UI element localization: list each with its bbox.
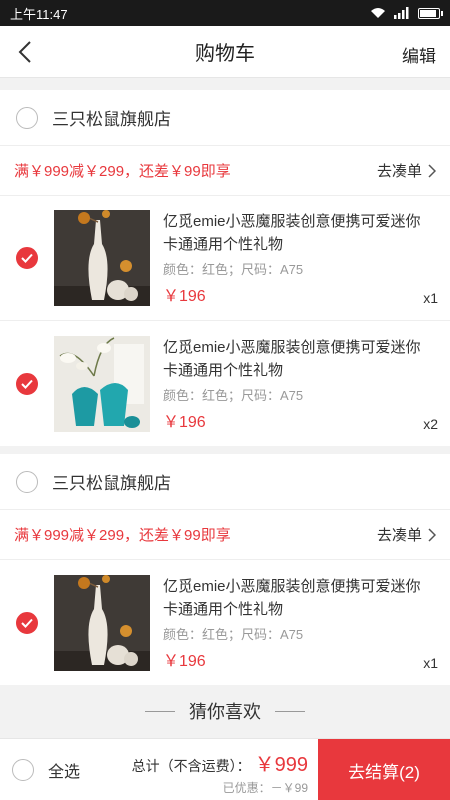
add-items-label: 去凑单 — [376, 527, 422, 544]
item-title[interactable]: 亿觅emie小恶魔服装创意便携可爱迷你卡通通用个性礼物 — [163, 575, 431, 621]
back-button[interactable] — [12, 38, 38, 66]
chevron-right-icon — [428, 163, 436, 178]
cart-item: 亿觅emie小恶魔服装创意便携可爱迷你卡通通用个性礼物 颜色：红色；尺码：A75… — [0, 560, 450, 685]
checkout-bar: 全选 总计（不含运费）： ￥999 已优惠：－￥99 去结算(2) — [0, 738, 450, 800]
item-info: 亿觅emie小恶魔服装创意便携可爱迷你卡通通用个性礼物 颜色：红色；尺码：A75… — [163, 575, 431, 671]
store-header: 三只松鼠旗舰店 — [0, 454, 450, 510]
chevron-left-icon — [18, 41, 31, 63]
item-quantity: x2 — [423, 416, 438, 432]
promo-text: 满￥999减￥299，还差￥99即享 — [14, 527, 231, 544]
store-section: 三只松鼠旗舰店 满￥999减￥299，还差￥99即享 去凑单 亿觅emie小恶魔… — [0, 90, 450, 446]
item-info: 亿觅emie小恶魔服装创意便携可爱迷你卡通通用个性礼物 颜色：红色；尺码：A75… — [163, 336, 431, 432]
store-select-radio[interactable] — [16, 106, 38, 129]
total-amount: ￥999 — [254, 754, 308, 776]
promo-text: 满￥999减￥299，还差￥99即享 — [14, 163, 231, 180]
cart-item: 亿觅emie小恶魔服装创意便携可爱迷你卡通通用个性礼物 颜色：红色；尺码：A75… — [0, 196, 450, 321]
recommendations-divider: 猜你喜欢 — [0, 686, 450, 736]
store-select-radio[interactable] — [16, 470, 38, 493]
item-attributes: 颜色：红色；尺码：A75 — [163, 626, 304, 642]
item-attributes: 颜色：红色；尺码：A75 — [163, 262, 304, 277]
check-icon — [21, 618, 33, 628]
divider-line — [145, 710, 175, 712]
select-all-label[interactable]: 全选 — [48, 758, 80, 782]
item-price: ￥196 — [163, 288, 206, 305]
status-icons — [370, 7, 443, 19]
signal-icon — [394, 7, 409, 19]
item-quantity: x1 — [423, 290, 438, 306]
status-bar: 上午11:47 — [0, 0, 450, 26]
status-time: 上午11:47 — [10, 6, 68, 22]
product-image[interactable] — [54, 210, 150, 306]
total-line: 总计（不含运费）： ￥999 — [132, 748, 308, 777]
nav-bar: 购物车 编辑 — [0, 26, 450, 78]
store-name: 三只松鼠旗舰店 — [52, 110, 171, 129]
select-all-radio[interactable] — [12, 758, 34, 781]
total-label: 总计（不含运费）： — [131, 758, 251, 774]
item-select-radio[interactable] — [16, 611, 38, 634]
check-icon — [21, 379, 33, 389]
item-attributes: 颜色：红色；尺码：A75 — [163, 387, 304, 403]
product-image[interactable] — [54, 335, 150, 432]
totals: 总计（不含运费）： ￥999 已优惠：－￥99 — [132, 748, 308, 796]
discount-text: 已优惠：－￥99 — [222, 781, 308, 795]
store-name: 三只松鼠旗舰店 — [52, 474, 171, 493]
chevron-right-icon — [428, 527, 436, 542]
add-items-link[interactable]: 去凑单 — [377, 524, 436, 545]
page-title: 购物车 — [195, 43, 255, 65]
item-quantity: x1 — [423, 655, 438, 671]
item-info: 亿觅emie小恶魔服装创意便携可爱迷你卡通通用个性礼物 颜色：红色；尺码：A75… — [163, 210, 431, 306]
item-price: ￥196 — [163, 413, 206, 431]
item-select-radio[interactable] — [16, 247, 38, 269]
check-icon — [21, 253, 33, 263]
recommendations-title: 猜你喜欢 — [189, 702, 261, 722]
promo-bar: 满￥999减￥299，还差￥99即享 去凑单 — [0, 510, 450, 560]
item-title[interactable]: 亿觅emie小恶魔服装创意便携可爱迷你卡通通用个性礼物 — [163, 336, 431, 382]
add-items-link[interactable]: 去凑单 — [377, 160, 436, 181]
battery-icon — [418, 7, 443, 19]
wifi-icon — [371, 8, 385, 18]
item-title[interactable]: 亿觅emie小恶魔服装创意便携可爱迷你卡通通用个性礼物 — [163, 210, 431, 256]
divider-line — [275, 710, 305, 712]
store-header: 三只松鼠旗舰店 — [0, 90, 450, 146]
edit-button[interactable]: 编辑 — [402, 42, 436, 67]
product-image[interactable] — [54, 574, 150, 671]
store-section: 三只松鼠旗舰店 满￥999减￥299，还差￥99即享 去凑单 亿觅emie小恶魔… — [0, 454, 450, 685]
item-price: ￥196 — [163, 652, 206, 670]
cart-item: 亿觅emie小恶魔服装创意便携可爱迷你卡通通用个性礼物 颜色：红色；尺码：A75… — [0, 321, 450, 446]
checkout-button[interactable]: 去结算(2) — [318, 739, 450, 800]
add-items-label: 去凑单 — [376, 163, 422, 180]
promo-bar: 满￥999减￥299，还差￥99即享 去凑单 — [0, 146, 450, 196]
item-select-radio[interactable] — [16, 372, 38, 395]
